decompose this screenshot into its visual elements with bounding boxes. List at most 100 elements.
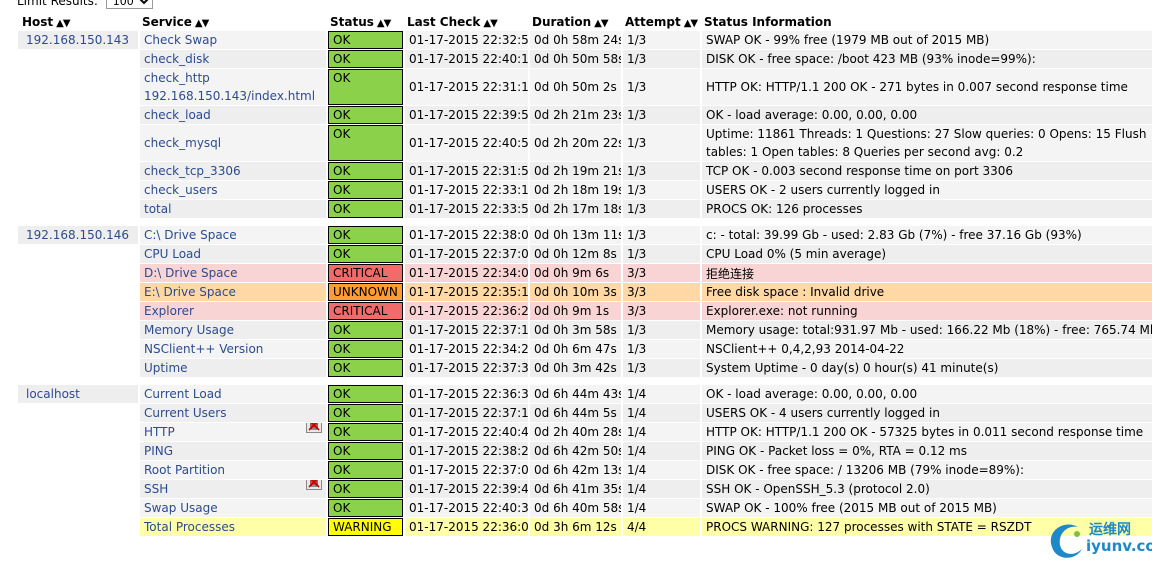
service-link[interactable]: total <box>144 202 171 216</box>
status-cell: CRITICAL <box>326 302 403 320</box>
service-link[interactable]: Root Partition <box>144 463 225 477</box>
duration-cell: 0d 6h 40m 58s <box>528 499 621 517</box>
service-link[interactable]: CPU Load <box>144 247 201 261</box>
service-cell: HTTP <box>138 423 326 441</box>
host-cell-empty <box>18 480 138 498</box>
status-cell: OK <box>326 385 403 403</box>
service-link[interactable]: C:\ Drive Space <box>144 228 237 242</box>
sort-arrows-icon[interactable]: ▲▼ <box>195 18 209 29</box>
duration-cell: 0d 6h 42m 13s <box>528 461 621 479</box>
sort-arrows-icon[interactable]: ▲▼ <box>377 18 391 29</box>
host-cell-empty <box>18 245 138 263</box>
watermark-logo: 运维网 iyunv.com <box>1044 517 1152 561</box>
status-badge: OK <box>328 442 403 460</box>
service-cell-wrap: total <box>144 202 326 216</box>
service-link[interactable]: PING <box>144 444 173 458</box>
service-cell: Root Partition <box>138 461 326 479</box>
last-check-cell: 01-17-2015 22:36:32 <box>403 385 528 403</box>
attempt-cell: 1/4 <box>621 499 700 517</box>
spacer-cell <box>700 219 1152 225</box>
duration-cell: 0d 2h 20m 22s <box>528 125 621 161</box>
host-cell-empty <box>18 359 138 377</box>
attempt-cell: 3/3 <box>621 302 700 320</box>
last-check-cell: 01-17-2015 22:39:40 <box>403 480 528 498</box>
sort-arrows-icon[interactable]: ▲▼ <box>56 18 70 29</box>
status-badge: OK <box>328 181 403 199</box>
spacer-cell <box>403 378 528 384</box>
service-link[interactable]: Explorer <box>144 304 194 318</box>
service-link[interactable]: check_disk <box>144 52 209 66</box>
status-cell: OK <box>326 321 403 339</box>
service-cell: E:\ Drive Space <box>138 283 326 301</box>
service-cell: Swap Usage <box>138 499 326 517</box>
service-link[interactable]: check_http 192.168.150.143/index.html <box>144 71 315 103</box>
table-row: CPU Load OK 01-17-2015 22:37:07 0d 0h 12m 8… <box>18 245 1152 263</box>
header-status: Status ▲▼ <box>326 14 403 30</box>
sort-arrows-icon[interactable]: ▲▼ <box>594 18 608 29</box>
last-check-cell: 01-17-2015 22:36:28 <box>403 302 528 320</box>
sort-arrows-icon[interactable]: ▲▼ <box>684 18 698 29</box>
service-link[interactable]: check_tcp_3306 <box>144 164 241 178</box>
duration-cell: 0d 0h 50m 58s <box>528 50 621 68</box>
duration-cell: 0d 0h 10m 3s <box>528 283 621 301</box>
limit-results-select[interactable]: 100 <box>105 0 153 9</box>
attempt-cell: 1/3 <box>621 50 700 68</box>
service-link[interactable]: D:\ Drive Space <box>144 266 238 280</box>
header-attempt-label: Attempt <box>625 15 681 29</box>
status-information-cell: Uptime: 11861 Threads: 1 Questions: 27 S… <box>700 125 1152 161</box>
attempt-cell: 1/4 <box>621 404 700 422</box>
service-link[interactable]: check_users <box>144 183 218 197</box>
service-cell: check_mysql <box>138 125 326 161</box>
service-link[interactable]: NSClient++ Version <box>144 342 263 356</box>
duration-cell: 0d 6h 42m 50s <box>528 442 621 460</box>
service-link[interactable]: E:\ Drive Space <box>144 285 236 299</box>
host-link[interactable]: localhost <box>18 385 138 403</box>
duration-cell: 0d 6h 41m 35s <box>528 480 621 498</box>
status-information-cell: TCP OK - 0.003 second response time on p… <box>700 162 1152 180</box>
host-link[interactable]: 192.168.150.143 <box>18 31 138 49</box>
service-link[interactable]: check_mysql <box>144 136 221 150</box>
service-cell: total <box>138 200 326 218</box>
host-cell-empty <box>18 423 138 441</box>
service-cell: Current Load <box>138 385 326 403</box>
service-cell-wrap: C:\ Drive Space <box>144 228 326 242</box>
service-link[interactable]: Current Load <box>144 387 222 401</box>
last-check-cell: 01-17-2015 22:31:54 <box>403 162 528 180</box>
sort-arrows-icon[interactable]: ▲▼ <box>483 18 497 29</box>
table-header-row: Host ▲▼ Service ▲▼ Status ▲▼ Last Check ▲▼ D… <box>18 14 1152 30</box>
service-link[interactable]: check_load <box>144 108 211 122</box>
attempt-cell: 1/4 <box>621 423 700 441</box>
status-information-cell: Memory usage: total:931.97 Mb - used: 16… <box>700 321 1152 339</box>
status-information-cell: Explorer.exe: not running <box>700 302 1152 320</box>
table-row: SSH OK 01-17-2015 22:39:40 0d 6h 41m 35s 1/4… <box>18 480 1152 498</box>
service-link[interactable]: HTTP <box>144 425 175 439</box>
notifications-disabled-icon[interactable] <box>306 480 322 490</box>
service-link[interactable]: Check Swap <box>144 33 217 47</box>
attempt-cell: 1/4 <box>621 480 700 498</box>
status-badge: OK <box>328 423 403 441</box>
spacer-cell <box>528 219 621 225</box>
attempt-cell: 1/3 <box>621 321 700 339</box>
service-link[interactable]: Uptime <box>144 361 188 375</box>
table-body: 192.168.150.143 Check Swap OK 01-17-2015 22… <box>18 31 1152 536</box>
host-cell-empty <box>18 461 138 479</box>
table-row: total OK 01-17-2015 22:33:57 0d 2h 17m 18s 1… <box>18 200 1152 218</box>
service-cell-wrap: check_http 192.168.150.143/index.html <box>144 69 326 105</box>
last-check-cell: 01-17-2015 22:32:51 <box>403 31 528 49</box>
status-information-cell: OK - load average: 0.00, 0.00, 0.00 <box>700 385 1152 403</box>
notifications-disabled-icon[interactable] <box>306 423 322 433</box>
last-check-cell: 01-17-2015 22:40:17 <box>403 50 528 68</box>
service-link[interactable]: Total Processes <box>144 520 235 534</box>
last-check-cell: 01-17-2015 22:36:00 <box>403 518 528 536</box>
host-link[interactable]: 192.168.150.146 <box>18 226 138 244</box>
service-link[interactable]: Current Users <box>144 406 227 420</box>
table-row: Explorer CRITICAL 01-17-2015 22:36:28 0d 0h… <box>18 302 1152 320</box>
status-information-cell: SSH OK - OpenSSH_5.3 (protocol 2.0) <box>700 480 1152 498</box>
last-check-cell: 01-17-2015 22:39:52 <box>403 106 528 124</box>
service-link[interactable]: Swap Usage <box>144 501 218 515</box>
service-link[interactable]: Memory Usage <box>144 323 234 337</box>
status-information-cell: DISK OK - free space: /boot 423 MB (93% … <box>700 50 1152 68</box>
attempt-cell: 1/3 <box>621 181 700 199</box>
service-cell: Total Processes <box>138 518 326 536</box>
service-link[interactable]: SSH <box>144 482 168 496</box>
